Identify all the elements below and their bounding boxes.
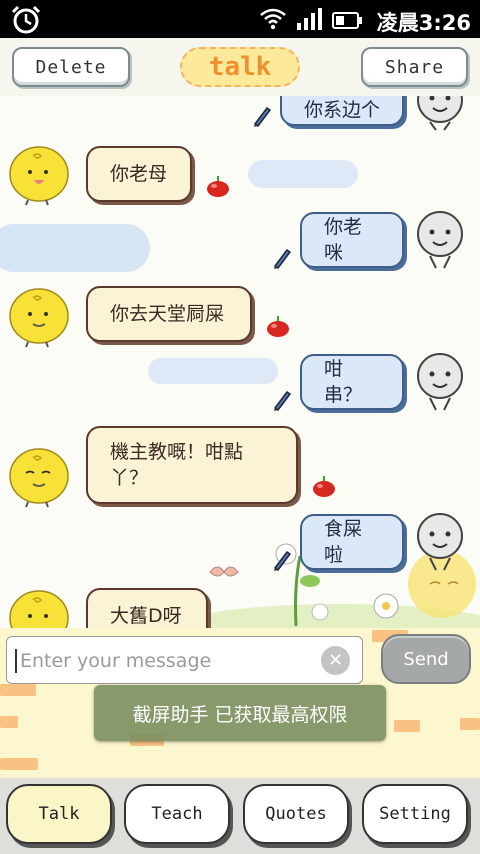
toast-notification: 截屏助手 已获取最高权限 bbox=[94, 685, 386, 741]
text-cursor bbox=[15, 649, 17, 673]
edit-pencil-icon[interactable] bbox=[272, 388, 292, 412]
share-button[interactable]: Share bbox=[361, 47, 468, 87]
message-bubble[interactable]: 你老母 bbox=[86, 146, 192, 202]
message-text: 你去天堂屙屎 bbox=[110, 303, 225, 325]
cloud-decoration bbox=[148, 358, 278, 384]
chick-avatar-icon bbox=[9, 448, 69, 508]
message-input[interactable]: Enter your message ✕ bbox=[6, 636, 363, 684]
chick-avatar-icon bbox=[9, 288, 69, 348]
red-apple-icon[interactable] bbox=[310, 474, 338, 498]
robot-avatar-icon bbox=[417, 211, 463, 269]
top-bar: Delete talk Share bbox=[0, 38, 480, 96]
signal-icon bbox=[297, 8, 322, 30]
input-bar: Enter your message ✕ Send 截屏助手 已获取最高权限 bbox=[0, 628, 480, 778]
page-title: talk bbox=[180, 47, 300, 87]
robot-avatar-icon bbox=[417, 353, 463, 411]
brick-decoration bbox=[460, 718, 480, 730]
wifi-icon bbox=[260, 8, 286, 30]
brick-decoration bbox=[0, 758, 38, 770]
tab-quotes[interactable]: Quotes bbox=[243, 784, 349, 844]
clear-icon[interactable]: ✕ bbox=[321, 646, 350, 675]
status-bar: 凌晨3:26 bbox=[0, 0, 480, 38]
edit-pencil-icon[interactable] bbox=[272, 548, 292, 572]
cloud-decoration bbox=[248, 160, 358, 188]
message-bubble[interactable]: 你去天堂屙屎 bbox=[86, 286, 252, 342]
tab-teach[interactable]: Teach bbox=[124, 784, 230, 844]
robot-avatar-icon bbox=[417, 96, 463, 131]
brick-decoration bbox=[0, 684, 36, 696]
cloud-decoration bbox=[0, 224, 150, 272]
message-text: 大舊D呀 bbox=[110, 605, 182, 627]
edit-pencil-icon[interactable] bbox=[252, 104, 272, 128]
red-apple-icon[interactable] bbox=[204, 174, 232, 198]
tab-talk[interactable]: Talk bbox=[6, 784, 112, 844]
edit-pencil-icon[interactable] bbox=[272, 246, 292, 270]
message-input-placeholder: Enter your message bbox=[20, 650, 212, 672]
bottom-nav: Talk Teach Quotes Setting bbox=[0, 778, 480, 854]
message-text: 機主教嘅！咁點 丫？ bbox=[110, 441, 244, 489]
red-apple-icon[interactable] bbox=[264, 314, 292, 338]
message-text: 你老咪 bbox=[324, 216, 363, 264]
battery-icon bbox=[332, 12, 362, 29]
alarm-icon bbox=[11, 5, 41, 34]
message-bubble[interactable]: 你系边个 bbox=[280, 96, 404, 126]
brick-decoration bbox=[0, 716, 18, 728]
send-button[interactable]: Send bbox=[381, 634, 471, 684]
robot-avatar-icon bbox=[417, 513, 463, 571]
message-text: 咁串？ bbox=[324, 358, 363, 406]
clock: 凌晨3:26 bbox=[376, 11, 471, 35]
message-bubble[interactable]: 食屎啦 bbox=[300, 514, 404, 570]
message-bubble[interactable]: 你老咪 bbox=[300, 212, 404, 268]
message-bubble[interactable]: 咁串？ bbox=[300, 354, 404, 410]
chick-avatar-icon bbox=[9, 590, 69, 628]
delete-button[interactable]: Delete bbox=[12, 47, 130, 87]
message-text: 你老母 bbox=[110, 163, 168, 185]
message-bubble[interactable]: 機主教嘅！咁點 丫？ bbox=[86, 426, 298, 504]
tab-setting[interactable]: Setting bbox=[362, 784, 468, 844]
chat-area[interactable]: 你系边个 你老母 你老咪 你去天堂屙屎 咁串？ 機主教嘅！咁點 丫？ 食屎啦 大… bbox=[0, 96, 480, 628]
message-text: 食屎啦 bbox=[324, 518, 363, 566]
message-bubble[interactable]: 大舊D呀 bbox=[86, 588, 208, 628]
brick-decoration bbox=[394, 720, 420, 732]
message-text: 你系边个 bbox=[304, 99, 381, 121]
chick-avatar-icon bbox=[9, 146, 69, 206]
